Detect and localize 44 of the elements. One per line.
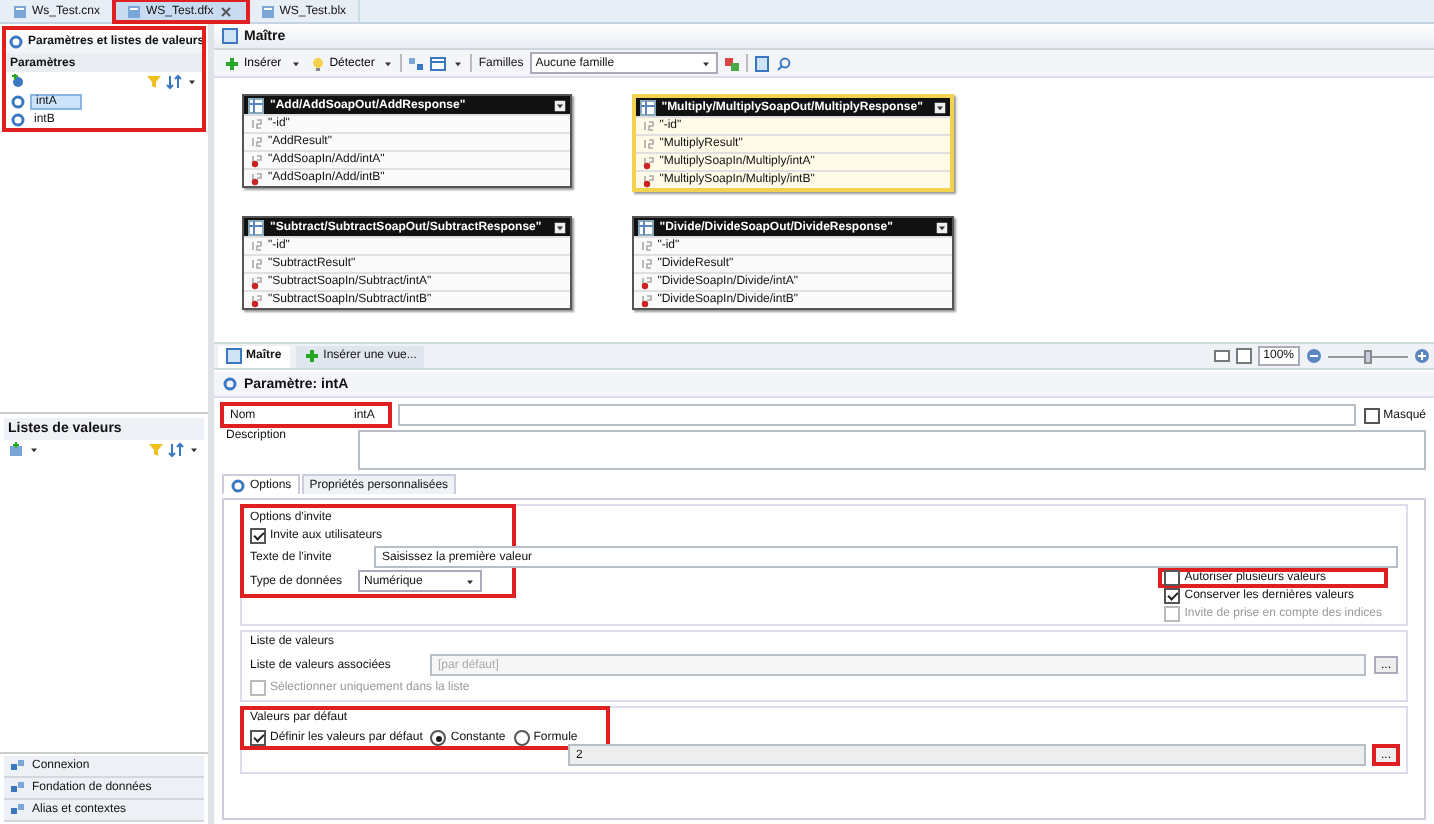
- sort-icon[interactable]: [166, 74, 182, 90]
- add-parameter-icon[interactable]: [10, 74, 26, 90]
- dropdown-caret-icon[interactable]: [186, 76, 198, 88]
- sort-icon[interactable]: [168, 442, 184, 458]
- plus-icon: [224, 55, 240, 71]
- blocks-icon: [10, 758, 26, 774]
- dropdown-caret-icon[interactable]: [188, 444, 200, 456]
- table-icon: [248, 97, 264, 113]
- dropdown-caret-icon[interactable]: [289, 57, 302, 69]
- dropdown-caret-icon[interactable]: [28, 444, 40, 456]
- caret-icon[interactable]: [553, 221, 566, 233]
- table-icon[interactable]: [430, 55, 447, 71]
- document-icon: [126, 3, 143, 19]
- lightbulb-icon: [309, 55, 326, 71]
- table-icon: [248, 219, 264, 235]
- mode-radio[interactable]: [513, 730, 530, 746]
- define-defaults-checkbox[interactable]: [250, 730, 266, 746]
- close-icon[interactable]: [217, 3, 234, 19]
- hidden-checkbox[interactable]: [1363, 407, 1380, 423]
- description-field[interactable]: [358, 430, 1426, 470]
- blocks-icon: [10, 802, 26, 818]
- prompt-users-checkbox[interactable]: [250, 528, 266, 544]
- dropdown-caret-icon[interactable]: [452, 57, 465, 69]
- caret-icon[interactable]: [934, 101, 947, 113]
- caret-icon[interactable]: [936, 221, 949, 233]
- blocks-icon: [10, 780, 26, 796]
- zoom-out-icon[interactable]: [1306, 348, 1322, 364]
- option-checkbox[interactable]: [1164, 588, 1181, 604]
- dropdown-caret-icon[interactable]: [382, 57, 395, 69]
- search-icon[interactable]: [775, 55, 792, 71]
- caret-icon[interactable]: [553, 99, 566, 111]
- table-icon: [637, 219, 654, 235]
- name-field[interactable]: [398, 404, 1356, 426]
- option-checkbox[interactable]: [1164, 570, 1181, 586]
- document-icon: [12, 3, 28, 19]
- zoom-in-icon[interactable]: [1414, 348, 1430, 364]
- document-icon: [259, 3, 276, 19]
- page-icon[interactable]: [753, 55, 770, 71]
- dropdown-caret-icon: [699, 57, 712, 69]
- table-icon: [639, 99, 656, 115]
- slider-thumb[interactable]: [1364, 349, 1372, 363]
- mode-radio[interactable]: [430, 730, 447, 746]
- plus-icon: [303, 348, 320, 364]
- dropdown-caret-icon: [464, 575, 476, 587]
